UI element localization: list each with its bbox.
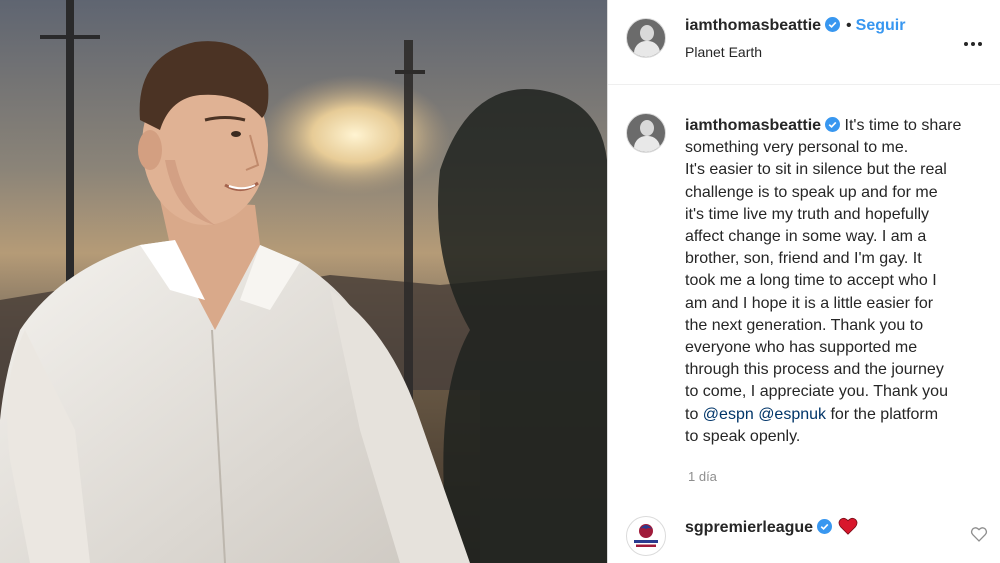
caption-line: am and I hope it is a little easier for: [685, 294, 934, 312]
post-photo[interactable]: [0, 0, 607, 563]
commenter-avatar[interactable]: [626, 516, 666, 556]
caption-line: it's time live my truth and hopefully: [685, 205, 930, 223]
mention-link[interactable]: @espnuk: [758, 406, 826, 423]
caption-line: It's easier to sit in silence but the re…: [685, 161, 947, 179]
caption-line: to speak openly.: [685, 427, 801, 445]
author-avatar[interactable]: [626, 18, 666, 58]
header-user-line: iamthomasbeattie • Seguir: [685, 17, 905, 35]
sg-premier-league-logo: [634, 524, 658, 547]
comment-row: sgpremierleague: [685, 517, 858, 537]
caption-line: to: [685, 405, 699, 423]
caption-line: through this process and the journey: [685, 361, 944, 379]
mention-link[interactable]: @espn: [703, 406, 754, 423]
more-options-icon[interactable]: [964, 33, 994, 46]
post-location[interactable]: Planet Earth: [685, 44, 762, 60]
caption-line: the next generation. Thank you to: [685, 316, 924, 334]
caption-line: brother, son, friend and I'm gay. It: [685, 250, 922, 268]
caption-line: something very personal to me.: [685, 139, 909, 157]
verified-badge-icon: [817, 519, 833, 534]
commenter-username[interactable]: sgpremierleague: [685, 519, 813, 536]
verified-badge-icon: [825, 117, 841, 132]
caption-line: took me a long time to accept who I: [685, 272, 937, 290]
post-side-panel: iamthomasbeattie • Seguir Planet Earth iam…: [608, 0, 1000, 563]
caption-username[interactable]: iamthomasbeattie: [685, 117, 821, 134]
caption-line: affect change in some way. I am a: [685, 228, 927, 246]
heart-red-icon: [838, 517, 858, 535]
caption-author-avatar[interactable]: [626, 113, 666, 153]
post-header: iamthomasbeattie • Seguir Planet Earth: [608, 0, 1000, 85]
verified-badge-icon: [825, 17, 841, 32]
post-caption: iamthomasbeattie It's time to share some…: [685, 115, 993, 448]
post-photo-illustration: [0, 0, 607, 563]
caption-line: It's time to share: [844, 117, 962, 134]
caption-line: challenge is to speak up and for me: [685, 183, 938, 201]
post-timestamp[interactable]: 1 día: [688, 469, 717, 484]
caption-line: to come, I appreciate you. Thank you: [685, 383, 948, 401]
caption-line: everyone who has supported me: [685, 339, 918, 357]
like-heart-outline-icon[interactable]: [970, 526, 988, 542]
caption-line: for the platform: [830, 405, 939, 423]
author-username[interactable]: iamthomasbeattie: [685, 17, 821, 34]
follow-button[interactable]: Seguir: [856, 17, 906, 34]
separator-dot: •: [846, 17, 852, 34]
